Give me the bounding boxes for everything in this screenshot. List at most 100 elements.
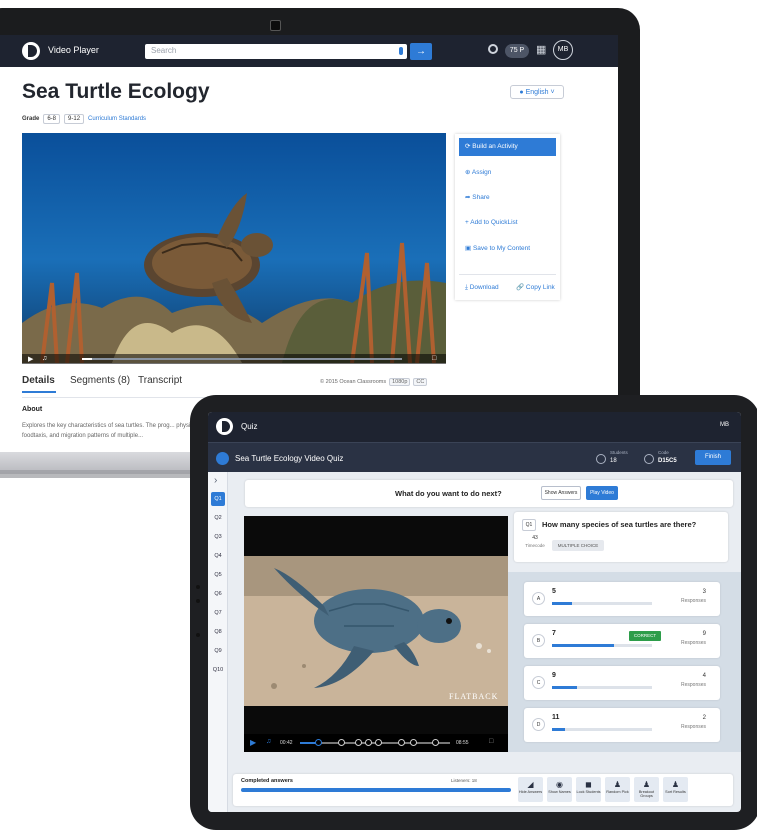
copyright-info: © 2015 Ocean Classrooms 1080p CC <box>320 378 428 386</box>
fullscreen-icon[interactable]: □ <box>432 355 436 362</box>
answer-option-d[interactable]: D 11 2 Responses <box>524 708 720 742</box>
camera-icon <box>270 20 281 31</box>
globe-icon: ● <box>519 89 524 96</box>
show-names-button[interactable]: ◉ Show Names <box>547 777 572 802</box>
answer-letter: B <box>532 634 545 647</box>
sidebar-item-q10[interactable]: Q10 <box>211 663 225 677</box>
save-to-my-content-button[interactable]: ▣ Save to My Content <box>459 240 556 258</box>
answer-option-b[interactable]: B 7 CORRECT 9 Responses <box>524 624 720 658</box>
answer-text: 5 <box>552 588 556 595</box>
apps-grid-icon[interactable]: ▦ <box>536 45 547 56</box>
app-title: Video Player <box>48 45 99 55</box>
tab-details[interactable]: Details <box>22 375 55 386</box>
timecode-label: Timecode <box>525 543 545 548</box>
tab-segments[interactable]: Segments (8) <box>70 375 130 386</box>
sidebar-item-q4[interactable]: Q4 <box>211 549 225 563</box>
students-stat: Students 18 <box>610 449 628 465</box>
answer-option-a[interactable]: A 5 3 Responses <box>524 582 720 616</box>
tablet-device: Quiz MB Sea Turtle Ecology Video Quiz St… <box>190 395 757 830</box>
share-button[interactable]: ➦ Share <box>459 189 556 207</box>
about-heading: About <box>22 406 43 413</box>
points-badge[interactable]: 75 P <box>505 44 529 58</box>
sidebar-item-q6[interactable]: Q6 <box>211 587 225 601</box>
assign-button[interactable]: ⊕ Assign <box>459 164 556 182</box>
tab-transcript[interactable]: Transcript <box>138 375 182 386</box>
laptop-base-shadow <box>0 470 210 478</box>
avatar[interactable]: MB <box>553 40 573 60</box>
copy-link-button[interactable]: 🔗 Copy Link <box>510 279 556 297</box>
show-answers-button[interactable]: Show Answers <box>541 486 581 500</box>
completed-answers-bar: Completed answers Listeners: 18 ◢ Hide An… <box>233 774 733 806</box>
sidebar-item-q8[interactable]: Q8 <box>211 625 225 639</box>
question-card: Q1 How many species of sea turtles are t… <box>514 512 728 562</box>
response-count: 3 Responses <box>681 588 706 606</box>
answer-text: 7 <box>552 630 556 637</box>
timeline-marker[interactable] <box>398 739 405 746</box>
timeline-marker[interactable] <box>315 739 322 746</box>
build-activity-button[interactable]: ⟳ Build an Activity <box>459 138 556 156</box>
lock-students-button[interactable]: ◼ Lock Students <box>576 777 601 802</box>
quiz-video-player[interactable]: FLATBACK ▶ ♫ 00:42 08:55 □ <box>244 516 508 752</box>
language-select[interactable]: ● English ˅ <box>510 85 564 99</box>
discovery-logo-icon[interactable] <box>216 418 233 435</box>
sidebar-item-q5[interactable]: Q5 <box>211 568 225 582</box>
search-input[interactable]: Search <box>145 44 407 59</box>
tool-label: Show Names <box>548 790 571 794</box>
discovery-logo-icon[interactable] <box>22 42 40 60</box>
play-icon[interactable]: ▶ <box>28 355 33 363</box>
chevron-right-icon[interactable]: › <box>214 475 217 486</box>
breakout-groups-button[interactable]: ♟ Breakout Groups <box>634 777 659 802</box>
video-player[interactable] <box>22 133 446 363</box>
avatar[interactable]: MB <box>720 422 729 428</box>
sidebar-item-q3[interactable]: Q3 <box>211 530 225 544</box>
response-count: 4 Responses <box>681 672 706 690</box>
response-count-value: 9 <box>702 631 706 637</box>
finish-button[interactable]: Finish <box>695 450 731 465</box>
prompt-text: What do you want to do next? <box>395 489 502 498</box>
students-value: 18 <box>610 458 617 464</box>
play-video-button[interactable]: Play Video <box>586 486 618 500</box>
add-to-quicklist-button[interactable]: + Add to QuickList <box>459 214 556 232</box>
download-button[interactable]: ⤓ Download <box>459 279 509 297</box>
sidebar-item-q1[interactable]: Q1 <box>211 492 225 506</box>
sort-results-button[interactable]: ♟ Sort Results <box>663 777 688 802</box>
random-pick-button[interactable]: ♟ Random Pick <box>605 777 630 802</box>
question-timeline[interactable] <box>300 739 450 746</box>
microphone-icon[interactable] <box>399 47 403 55</box>
quiz-video-controls[interactable]: ▶ ♫ 00:42 08:55 □ <box>244 734 508 752</box>
people-icon: ♟ <box>671 780 680 789</box>
quiz-title: Sea Turtle Ecology Video Quiz <box>235 454 344 463</box>
build-activity-label: Build an Activity <box>472 143 518 150</box>
response-count-label: Responses <box>680 682 706 688</box>
play-icon[interactable]: ▶ <box>250 738 256 747</box>
sidebar-item-q7[interactable]: Q7 <box>211 606 225 620</box>
search-icon[interactable] <box>488 44 498 54</box>
curriculum-standards-link[interactable]: Curriculum Standards <box>88 116 146 122</box>
timeline-marker[interactable] <box>365 739 372 746</box>
timeline-marker[interactable] <box>432 739 439 746</box>
timeline-marker[interactable] <box>410 739 417 746</box>
volume-icon[interactable]: ♫ <box>42 355 47 362</box>
video-controls[interactable]: ▶ ♫ □ <box>22 354 446 364</box>
sidebar-item-q9[interactable]: Q9 <box>211 644 225 658</box>
hide-answers-button[interactable]: ◢ Hide Answers <box>518 777 543 802</box>
search-button[interactable]: → <box>410 43 432 60</box>
response-count-label: Responses <box>680 724 706 730</box>
listeners-label: Listeners: 18 <box>451 778 477 783</box>
laptop-screen: Video Player Search → 75 P ▦ MB Sea Turt… <box>0 35 618 455</box>
correct-badge: CORRECT <box>629 631 661 641</box>
hatchling-turtle-image <box>244 516 508 734</box>
timeline-marker[interactable] <box>338 739 345 746</box>
video-progress-bar[interactable] <box>82 358 402 360</box>
download-label: Download <box>469 284 499 291</box>
timeline-marker[interactable] <box>355 739 362 746</box>
answer-letter: A <box>532 592 545 605</box>
cc-badge: CC <box>413 378 428 386</box>
sidebar-item-q2[interactable]: Q2 <box>211 511 225 525</box>
answer-option-c[interactable]: C 9 4 Responses <box>524 666 720 700</box>
volume-icon[interactable]: ♫ <box>266 738 271 745</box>
timeline-marker[interactable] <box>375 739 382 746</box>
fullscreen-icon[interactable]: □ <box>489 738 493 745</box>
chevron-down-icon: ˅ <box>550 89 555 96</box>
code-icon <box>644 454 654 464</box>
